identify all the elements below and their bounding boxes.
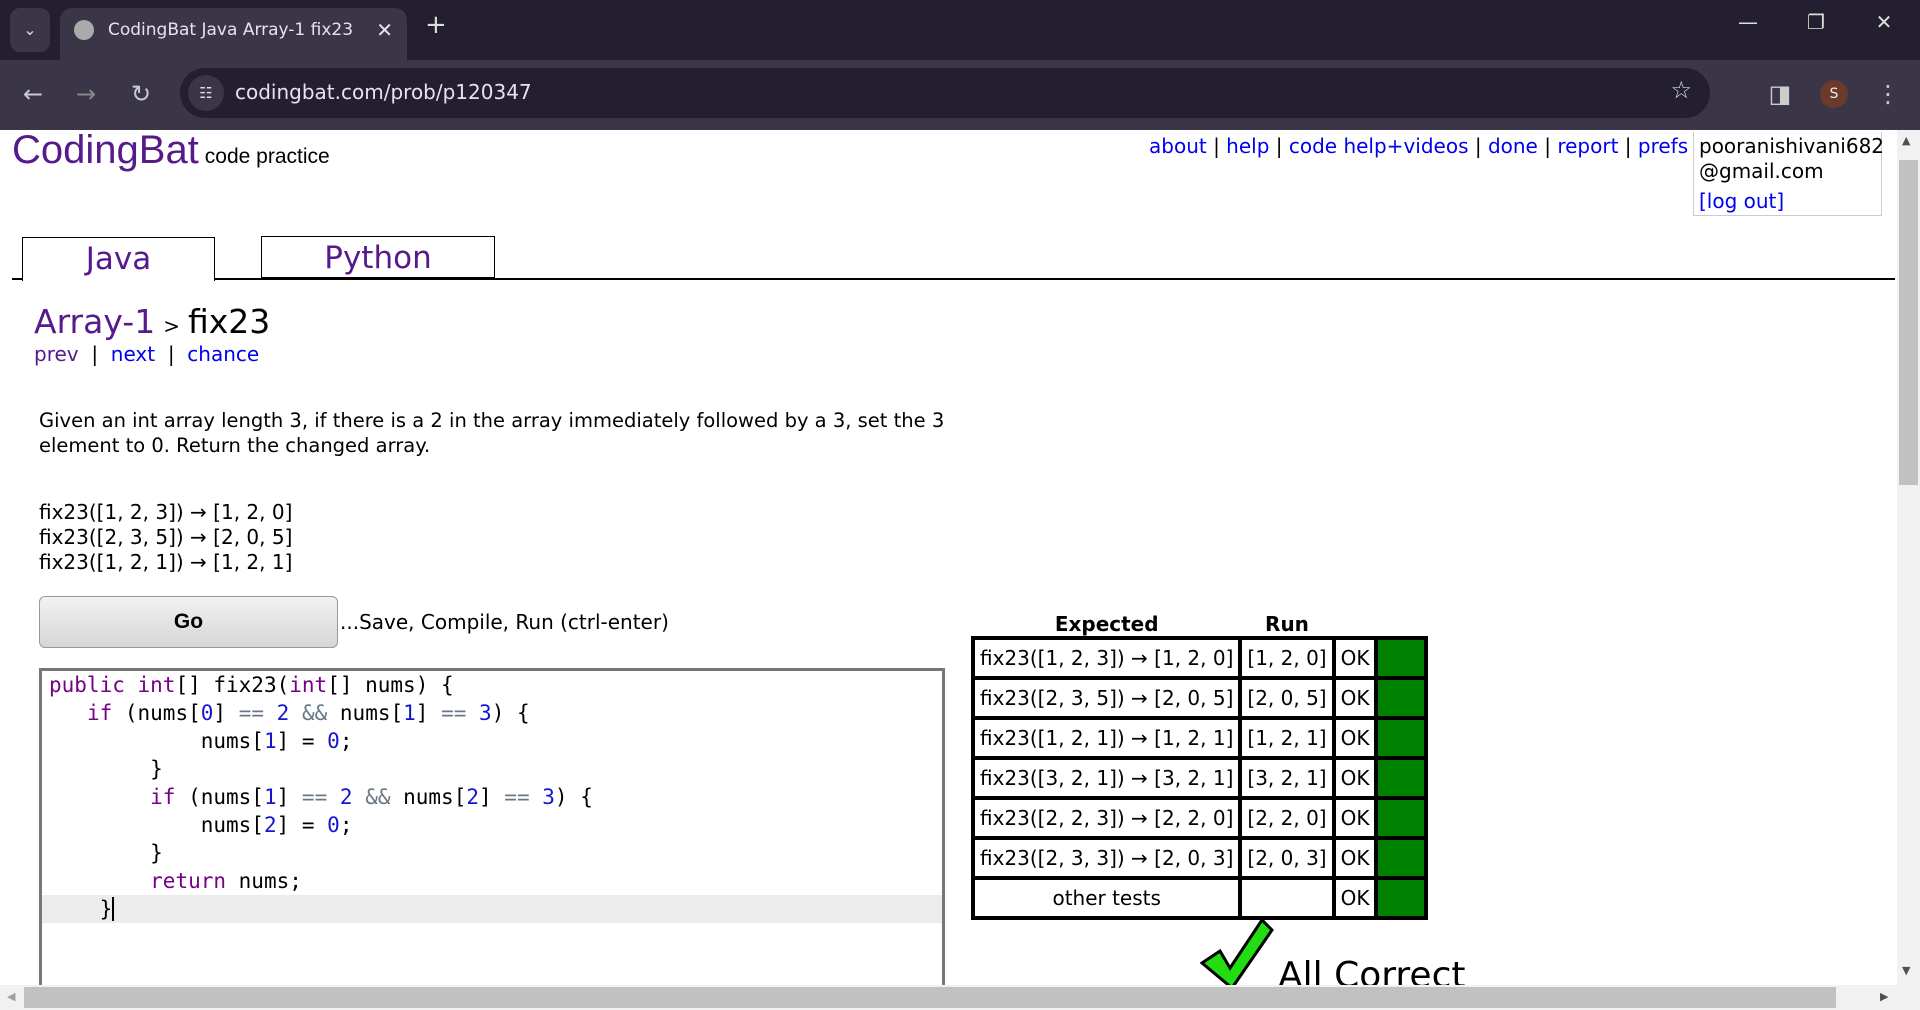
example: fix23([1, 2, 3]) → [1, 2, 0]	[39, 500, 293, 524]
scroll-left-icon[interactable]: ◀	[7, 990, 15, 1003]
run-cell: [3, 2, 1]	[1238, 756, 1336, 800]
status-cell: OK	[1331, 836, 1379, 880]
pass-indicator	[1374, 756, 1429, 800]
chance-link[interactable]: chance	[187, 342, 259, 366]
problem-nav: prev | next | chance	[34, 342, 260, 366]
new-tab-plus-icon[interactable]: +	[425, 10, 447, 40]
address-bar[interactable]: ☷ codingbat.com/prob/p120347 ☆	[180, 68, 1710, 118]
example: fix23([2, 3, 5]) → [2, 0, 5]	[39, 525, 293, 549]
section-link[interactable]: Array-1	[34, 302, 155, 341]
site-logo[interactable]: CodingBat code practice	[12, 128, 330, 173]
breadcrumb-separator: >	[163, 314, 180, 338]
nav-done[interactable]: done	[1488, 134, 1538, 158]
browser-tab[interactable]: CodingBat Java Array-1 fix23 ✕	[60, 8, 407, 60]
user-box: pooranishivani682 @gmail.com [log out]	[1693, 132, 1885, 216]
nav-code-help-videos[interactable]: code help+videos	[1289, 134, 1469, 158]
user-email-2: @gmail.com	[1699, 159, 1824, 183]
scroll-down-icon[interactable]: ▼	[1902, 964, 1910, 977]
result-row: fix23([2, 3, 3]) → [2, 0, 3] [2, 0, 3] OK	[970, 836, 1429, 880]
menu-kebab-icon[interactable]: ⋮	[1870, 80, 1906, 108]
example: fix23([1, 2, 1]) → [1, 2, 1]	[39, 550, 293, 574]
col-expected: Expected	[1054, 612, 1159, 636]
forward-arrow-icon[interactable]: →	[68, 80, 104, 108]
status-cell: OK	[1331, 796, 1379, 840]
problem-description: Given an int array length 3, if there is…	[39, 409, 945, 457]
status-cell: OK	[1331, 636, 1379, 680]
pass-indicator	[1374, 636, 1429, 680]
breadcrumb: Array-1 > fix23	[34, 302, 270, 341]
close-window-icon[interactable]: ✕	[1864, 10, 1904, 34]
col-run: Run	[1265, 612, 1309, 636]
result-row: other tests OK	[970, 876, 1429, 920]
prev-link[interactable]: prev	[34, 342, 79, 366]
logo-text: CodingBat	[12, 128, 199, 172]
run-cell: [2, 0, 3]	[1238, 836, 1336, 880]
problem-title: fix23	[187, 302, 271, 341]
results-table: Expected Run fix23([1, 2, 3]) → [1, 2, 0]…	[970, 612, 1429, 920]
pass-indicator	[1374, 836, 1429, 880]
top-nav: about | help | code help+videos | done |…	[1149, 134, 1689, 158]
expected-cell: fix23([1, 2, 1]) → [1, 2, 1]	[970, 716, 1243, 760]
minimize-icon[interactable]: —	[1728, 10, 1768, 34]
scroll-up-icon[interactable]: ▲	[1902, 134, 1910, 147]
checkmark-icon	[1200, 918, 1274, 988]
nav-prefs[interactable]: prefs	[1638, 134, 1688, 158]
pass-indicator	[1374, 796, 1429, 840]
site-settings-icon[interactable]: ☷	[188, 75, 224, 111]
run-cell: [1, 2, 0]	[1238, 636, 1336, 680]
tab-divider	[12, 278, 1895, 280]
result-row: fix23([2, 2, 3]) → [2, 2, 0] [2, 2, 0] OK	[970, 796, 1429, 840]
next-link[interactable]: next	[111, 342, 155, 366]
horizontal-scroll-thumb[interactable]	[24, 987, 1836, 1008]
pass-indicator	[1374, 716, 1429, 760]
tab-search-chevron-icon[interactable]: ⌄	[10, 8, 50, 52]
run-cell: [2, 2, 0]	[1238, 796, 1336, 840]
expected-cell: fix23([2, 2, 3]) → [2, 2, 0]	[970, 796, 1243, 840]
result-row: fix23([1, 2, 3]) → [1, 2, 0] [1, 2, 0] OK	[970, 636, 1429, 680]
nav-help[interactable]: help	[1226, 134, 1269, 158]
globe-icon	[74, 20, 94, 40]
reload-icon[interactable]: ↻	[123, 80, 159, 108]
code-editor[interactable]: public int[] fix23(int[] nums) { if (num…	[39, 668, 945, 998]
url-text[interactable]: codingbat.com/prob/p120347	[235, 80, 532, 104]
expected-cell: other tests	[970, 876, 1243, 920]
logout-link[interactable]: [log out]	[1699, 189, 1876, 214]
vertical-scroll-thumb[interactable]	[1899, 160, 1918, 485]
go-button[interactable]: Go	[39, 596, 338, 648]
result-row: fix23([1, 2, 1]) → [1, 2, 1] [1, 2, 1] OK	[970, 716, 1429, 760]
user-email-1: pooranishivani682	[1699, 134, 1885, 158]
expected-cell: fix23([2, 3, 5]) → [2, 0, 5]	[970, 676, 1243, 720]
profile-avatar[interactable]: S	[1820, 80, 1848, 108]
pass-indicator	[1374, 676, 1429, 720]
close-tab-icon[interactable]: ✕	[376, 8, 393, 52]
tagline: code practice	[204, 145, 330, 168]
pass-indicator	[1374, 876, 1429, 920]
run-cell: [2, 0, 5]	[1238, 676, 1336, 720]
status-cell: OK	[1331, 676, 1379, 720]
examples: fix23([1, 2, 3]) → [1, 2, 0] fix23([2, 3…	[39, 500, 292, 575]
result-row: fix23([3, 2, 1]) → [3, 2, 1] [3, 2, 1] OK	[970, 756, 1429, 800]
restore-icon[interactable]: ❐	[1796, 10, 1836, 34]
go-hint: ...Save, Compile, Run (ctrl-enter)	[340, 610, 669, 634]
bookmark-star-icon[interactable]: ☆	[1670, 76, 1692, 104]
expected-cell: fix23([2, 3, 3]) → [2, 0, 3]	[970, 836, 1243, 880]
status-cell: OK	[1331, 756, 1379, 800]
scroll-right-icon[interactable]: ▶	[1880, 990, 1888, 1003]
side-panel-icon[interactable]: ◨	[1762, 80, 1798, 108]
nav-report[interactable]: report	[1557, 134, 1618, 158]
browser-toolbar: ← → ↻ ☷ codingbat.com/prob/p120347 ☆ ◨ S ⋮	[0, 60, 1920, 130]
back-arrow-icon[interactable]: ←	[15, 80, 51, 108]
tab-python[interactable]: Python	[261, 236, 495, 278]
tab-java[interactable]: Java	[22, 237, 215, 281]
run-cell: [1, 2, 1]	[1238, 716, 1336, 760]
expected-cell: fix23([3, 2, 1]) → [3, 2, 1]	[970, 756, 1243, 800]
status-cell: OK	[1331, 876, 1379, 920]
run-cell	[1238, 876, 1336, 920]
status-cell: OK	[1331, 716, 1379, 760]
expected-cell: fix23([1, 2, 3]) → [1, 2, 0]	[970, 636, 1243, 680]
nav-about[interactable]: about	[1149, 134, 1207, 158]
tab-title: CodingBat Java Array-1 fix23	[108, 20, 354, 40]
result-row: fix23([2, 3, 5]) → [2, 0, 5] [2, 0, 5] OK	[970, 676, 1429, 720]
